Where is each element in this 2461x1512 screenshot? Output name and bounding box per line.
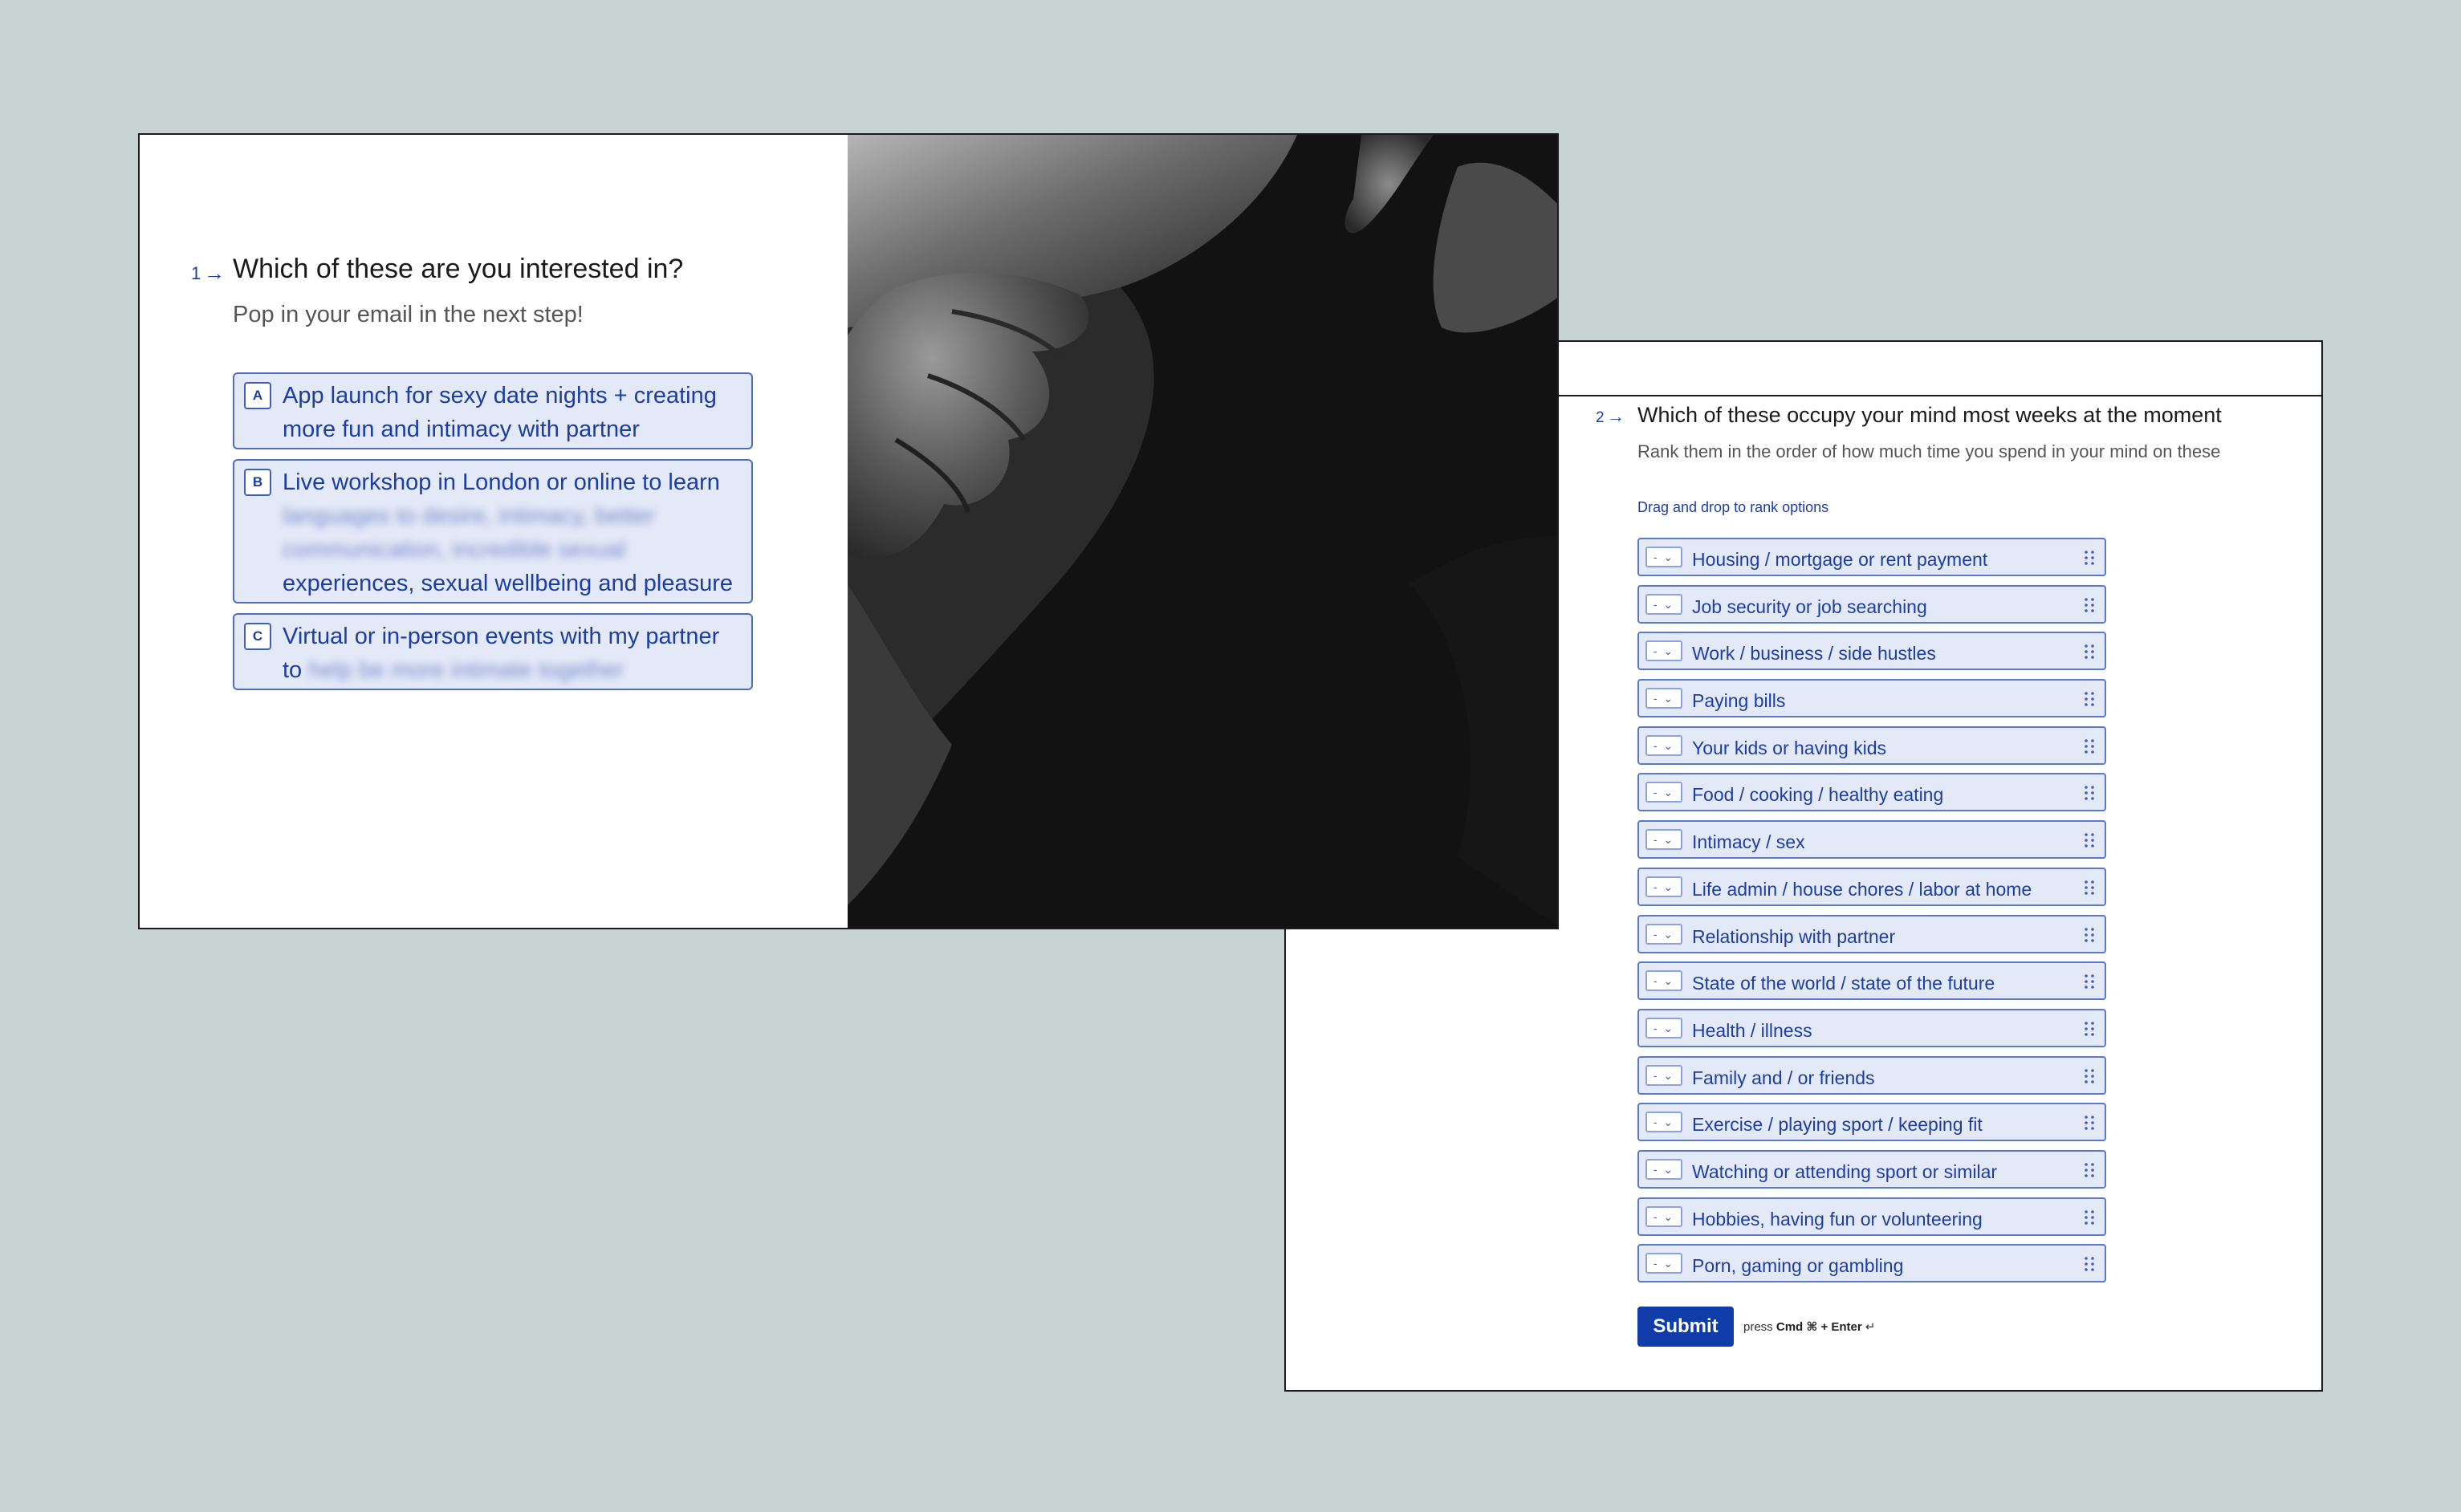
rank-list: - ⌄ Housing / mortgage or rent payment - ⌄… (1637, 538, 2106, 1291)
photo-illustration (848, 135, 1557, 928)
rank-select[interactable]: - ⌄ (1645, 970, 1682, 992)
rank-item[interactable]: - ⌄ Your kids or having kids (1637, 726, 2106, 765)
rank-select[interactable]: - ⌄ (1645, 734, 1682, 756)
rank-select[interactable]: - ⌄ (1645, 1112, 1682, 1133)
drag-handle-icon[interactable] (2084, 880, 2095, 896)
question-card-1: 1 → Which of these are you interested in… (138, 133, 1559, 929)
rank-select[interactable]: - ⌄ (1645, 1064, 1682, 1086)
rank-select[interactable]: - ⌄ (1645, 1205, 1682, 1227)
rank-item[interactable]: - ⌄ Watching or attending sport or simila… (1637, 1149, 2106, 1189)
rank-item[interactable]: - ⌄ State of the world / state of the fut… (1637, 961, 2106, 1001)
arrow-right-icon: → (1607, 406, 1625, 426)
choice-text: Virtual or in-person events with my part… (283, 624, 720, 649)
rank-item[interactable]: - ⌄ Relationship with partner (1637, 914, 2106, 953)
rank-item[interactable]: - ⌄ Life admin / house chores / labor at … (1637, 867, 2106, 906)
rank-select[interactable]: - ⌄ (1645, 547, 1682, 567)
rank-item[interactable]: - ⌄ Housing / mortgage or rent payment (1637, 538, 2106, 576)
choice-text: App launch for sexy date nights + creati… (283, 383, 717, 408)
rank-item-label: Your kids or having kids (1692, 737, 1887, 758)
rank-item-label: Family and / or friends (1692, 1067, 1875, 1088)
drag-handle-icon[interactable] (2084, 785, 2095, 801)
drag-handle-icon[interactable] (2084, 832, 2095, 848)
question-1-panel: 1 → Which of these are you interested in… (140, 135, 848, 928)
rank-item[interactable]: - ⌄ Exercise / playing sport / keeping fi… (1637, 1103, 2106, 1142)
rank-item[interactable]: - ⌄ Family and / or friends (1637, 1055, 2106, 1095)
drag-handle-icon[interactable] (2084, 1021, 2095, 1037)
question-number: 2 (1596, 409, 1605, 426)
rank-select[interactable]: - ⌄ (1645, 782, 1682, 803)
rank-item-label: State of the world / state of the future (1692, 973, 1995, 994)
rank-item-label: Hobbies, having fun or volunteering (1692, 1208, 1983, 1230)
choice-b[interactable]: B Live workshop in London or online to l… (233, 459, 753, 604)
choice-text: experiences, sexual wellbeing and pleasu… (283, 571, 734, 596)
rank-item-label: Health / illness (1692, 1019, 1812, 1041)
choice-a[interactable]: A App launch for sexy date nights + crea… (233, 372, 753, 449)
rank-select[interactable]: - ⌄ (1645, 593, 1682, 615)
rank-item[interactable]: - ⌄ Food / cooking / healthy eating (1637, 773, 2106, 812)
drag-handle-icon[interactable] (2084, 691, 2095, 707)
drag-handle-icon[interactable] (2084, 1162, 2095, 1178)
question-subtitle: Rank them in the order of how much time … (1637, 441, 2221, 461)
drag-handle-icon[interactable] (2084, 927, 2095, 943)
drag-handle-icon[interactable] (2084, 1256, 2095, 1272)
drag-hint: Drag and drop to rank options (1637, 499, 1829, 515)
rank-select[interactable]: - ⌄ (1645, 1253, 1682, 1274)
choice-text: to help be more intimate together (283, 657, 624, 683)
choice-key-b: B (244, 469, 271, 496)
monochrome-photo (848, 135, 1557, 928)
rank-select[interactable]: - ⌄ (1645, 876, 1682, 897)
submit-button[interactable]: Submit (1637, 1307, 1734, 1347)
choice-key-a: A (244, 382, 271, 409)
rank-item-label: Paying bills (1692, 690, 1786, 712)
choice-text-blurred: communication, incredible sexual (283, 537, 626, 563)
rank-item-label: Housing / mortgage or rent payment (1692, 549, 1988, 570)
rank-item-label: Life admin / house chores / labor at hom… (1692, 878, 2032, 900)
rank-item[interactable]: - ⌄ Health / illness (1637, 1008, 2106, 1047)
rank-item-label: Work / business / side hustles (1692, 643, 1936, 665)
rank-item[interactable]: - ⌄ Work / business / side hustles (1637, 632, 2106, 671)
rank-select[interactable]: - ⌄ (1645, 688, 1682, 709)
question-title: Which of these occupy your mind most wee… (1637, 403, 2222, 427)
choice-text: more fun and intimacy with partner (283, 417, 640, 442)
arrow-right-icon: → (204, 261, 225, 285)
choice-key-c: C (244, 623, 271, 650)
drag-handle-icon[interactable] (2084, 1068, 2095, 1084)
choice-c[interactable]: C Virtual or in-person events with my pa… (233, 613, 753, 690)
rank-select[interactable]: - ⌄ (1645, 829, 1682, 851)
rank-item[interactable]: - ⌄ Paying bills (1637, 679, 2106, 718)
drag-handle-icon[interactable] (2084, 973, 2095, 990)
drag-handle-icon[interactable] (2084, 644, 2095, 660)
question-title: Which of these are you interested in? (233, 254, 684, 284)
rank-item-label: Exercise / playing sport / keeping fit (1692, 1114, 1983, 1136)
rank-item[interactable]: - ⌄ Job security or job searching (1637, 584, 2106, 624)
choice-text: Live workshop in London or online to lea… (283, 469, 720, 495)
drag-handle-icon[interactable] (2084, 550, 2095, 566)
rank-select[interactable]: - ⌄ (1645, 1017, 1682, 1038)
rank-item-label: Food / cooking / healthy eating (1692, 784, 1944, 806)
drag-handle-icon[interactable] (2084, 738, 2095, 754)
drag-handle-icon[interactable] (2084, 1115, 2095, 1131)
choice-text-blurred: help be more intimate together (308, 657, 624, 683)
drag-handle-icon[interactable] (2084, 1209, 2095, 1225)
rank-item-label: Intimacy / sex (1692, 831, 1805, 853)
rank-item-label: Watching or attending sport or similar (1692, 1160, 1998, 1182)
rank-item[interactable]: - ⌄ Intimacy / sex (1637, 820, 2106, 860)
question-subtitle: Pop in your email in the next step! (233, 302, 584, 327)
rank-select[interactable]: - ⌄ (1645, 1158, 1682, 1180)
rank-item-label: Porn, gaming or gambling (1692, 1255, 1904, 1277)
question-number: 1 (191, 263, 201, 283)
rank-item[interactable]: - ⌄ Hobbies, having fun or volunteering (1637, 1197, 2106, 1236)
rank-item-label: Job security or job searching (1692, 595, 1927, 617)
rank-select[interactable]: - ⌄ (1645, 640, 1682, 662)
rank-item[interactable]: - ⌄ Porn, gaming or gambling (1637, 1244, 2106, 1283)
choice-text-blurred: languages to desire, intimacy, better (283, 503, 655, 529)
drag-handle-icon[interactable] (2084, 597, 2095, 613)
rank-item-label: Relationship with partner (1692, 925, 1896, 947)
submit-shortcut-hint: press Cmd ⌘ + Enter ↵ (1743, 1320, 1876, 1334)
rank-select[interactable]: - ⌄ (1645, 923, 1682, 945)
